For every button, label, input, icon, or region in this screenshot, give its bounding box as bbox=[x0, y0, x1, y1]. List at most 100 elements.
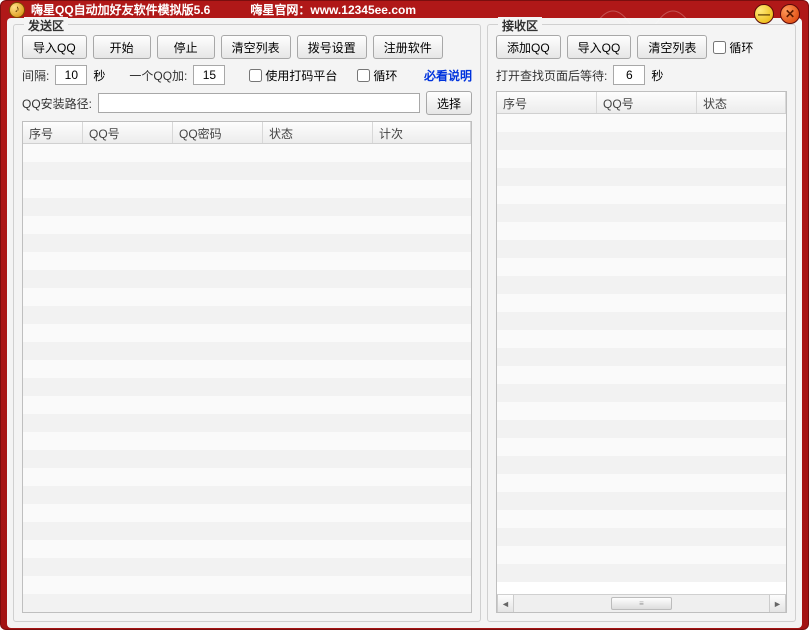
recv-loop-input[interactable] bbox=[713, 41, 726, 54]
send-table-body[interactable] bbox=[23, 144, 471, 612]
open-wait-input[interactable] bbox=[613, 65, 645, 85]
scroll-left-icon[interactable]: ◄ bbox=[497, 595, 514, 612]
stop-button[interactable]: 停止 bbox=[157, 35, 215, 59]
table-row[interactable] bbox=[497, 132, 786, 150]
table-row[interactable] bbox=[497, 348, 786, 366]
scroll-track[interactable]: ≡ bbox=[514, 595, 769, 612]
import-qq-button[interactable]: 导入QQ bbox=[22, 35, 87, 59]
send-loop-input[interactable] bbox=[357, 69, 370, 82]
table-row[interactable] bbox=[23, 576, 471, 594]
send-col-pwd[interactable]: QQ密码 bbox=[173, 122, 263, 143]
interval-input[interactable] bbox=[55, 65, 87, 85]
recv-table: 序号 QQ号 状态 ◄ ≡ ► bbox=[496, 91, 787, 613]
table-row[interactable] bbox=[23, 432, 471, 450]
table-row[interactable] bbox=[23, 504, 471, 522]
recv-col-qq[interactable]: QQ号 bbox=[597, 92, 697, 113]
table-row[interactable] bbox=[497, 114, 786, 132]
client-area: 发送区 导入QQ 开始 停止 清空列表 拨号设置 注册软件 间隔: 秒 一个QQ… bbox=[7, 18, 802, 628]
recv-clear-list-button[interactable]: 清空列表 bbox=[637, 35, 707, 59]
use-dama-checkbox[interactable]: 使用打码平台 bbox=[249, 67, 337, 84]
table-row[interactable] bbox=[497, 168, 786, 186]
table-row[interactable] bbox=[497, 240, 786, 258]
table-row[interactable] bbox=[23, 522, 471, 540]
perqq-label: 一个QQ加: bbox=[129, 67, 187, 84]
table-row[interactable] bbox=[23, 414, 471, 432]
table-row[interactable] bbox=[23, 450, 471, 468]
table-row[interactable] bbox=[497, 456, 786, 474]
recv-table-body[interactable] bbox=[497, 114, 786, 594]
table-row[interactable] bbox=[497, 384, 786, 402]
table-row[interactable] bbox=[497, 150, 786, 168]
table-row[interactable] bbox=[23, 360, 471, 378]
table-row[interactable] bbox=[497, 258, 786, 276]
table-row[interactable] bbox=[497, 402, 786, 420]
send-col-count[interactable]: 计次 bbox=[373, 122, 471, 143]
table-row[interactable] bbox=[23, 396, 471, 414]
recv-col-seq[interactable]: 序号 bbox=[497, 92, 597, 113]
table-row[interactable] bbox=[23, 144, 471, 162]
send-col-seq[interactable]: 序号 bbox=[23, 122, 83, 143]
site-url[interactable]: www.12345ee.com bbox=[310, 3, 416, 17]
table-row[interactable] bbox=[23, 486, 471, 504]
recv-hscrollbar[interactable]: ◄ ≡ ► bbox=[497, 594, 786, 612]
interval-unit: 秒 bbox=[93, 67, 105, 84]
table-row[interactable] bbox=[497, 438, 786, 456]
mustread-link[interactable]: 必看说明 bbox=[424, 67, 472, 84]
table-row[interactable] bbox=[23, 252, 471, 270]
dial-settings-button[interactable]: 拨号设置 bbox=[297, 35, 367, 59]
recv-panel-title: 接收区 bbox=[498, 17, 542, 34]
recv-loop-checkbox[interactable]: 循环 bbox=[713, 39, 753, 56]
table-row[interactable] bbox=[497, 312, 786, 330]
recv-import-qq-button[interactable]: 导入QQ bbox=[567, 35, 632, 59]
table-row[interactable] bbox=[23, 270, 471, 288]
clear-list-button[interactable]: 清空列表 bbox=[221, 35, 291, 59]
table-row[interactable] bbox=[23, 216, 471, 234]
table-row[interactable] bbox=[497, 294, 786, 312]
table-row[interactable] bbox=[497, 528, 786, 546]
table-row[interactable] bbox=[497, 564, 786, 582]
table-row[interactable] bbox=[23, 558, 471, 576]
choose-path-button[interactable]: 选择 bbox=[426, 91, 472, 115]
send-col-status[interactable]: 状态 bbox=[263, 122, 373, 143]
table-row[interactable] bbox=[23, 306, 471, 324]
table-row[interactable] bbox=[23, 468, 471, 486]
register-button[interactable]: 注册软件 bbox=[373, 35, 443, 59]
scroll-right-icon[interactable]: ► bbox=[769, 595, 786, 612]
table-row[interactable] bbox=[23, 594, 471, 612]
table-row[interactable] bbox=[23, 180, 471, 198]
table-row[interactable] bbox=[23, 324, 471, 342]
send-col-qq[interactable]: QQ号 bbox=[83, 122, 173, 143]
table-row[interactable] bbox=[23, 234, 471, 252]
send-panel: 发送区 导入QQ 开始 停止 清空列表 拨号设置 注册软件 间隔: 秒 一个QQ… bbox=[13, 24, 481, 622]
table-row[interactable] bbox=[497, 492, 786, 510]
table-row[interactable] bbox=[23, 198, 471, 216]
table-row[interactable] bbox=[497, 222, 786, 240]
table-row[interactable] bbox=[497, 204, 786, 222]
table-row[interactable] bbox=[497, 366, 786, 384]
close-button[interactable]: ✕ bbox=[780, 4, 800, 24]
install-path-input[interactable] bbox=[98, 93, 420, 113]
send-loop-checkbox[interactable]: 循环 bbox=[357, 67, 397, 84]
add-qq-button[interactable]: 添加QQ bbox=[496, 35, 561, 59]
recv-panel: 接收区 添加QQ 导入QQ 清空列表 循环 打开查找页面后等待: 秒 bbox=[487, 24, 796, 622]
recv-col-status[interactable]: 状态 bbox=[697, 92, 786, 113]
send-table: 序号 QQ号 QQ密码 状态 计次 bbox=[22, 121, 472, 613]
scroll-thumb[interactable]: ≡ bbox=[611, 597, 672, 610]
table-row[interactable] bbox=[497, 546, 786, 564]
table-row[interactable] bbox=[23, 378, 471, 396]
table-row[interactable] bbox=[23, 540, 471, 558]
table-row[interactable] bbox=[497, 186, 786, 204]
table-row[interactable] bbox=[23, 288, 471, 306]
table-row[interactable] bbox=[497, 276, 786, 294]
table-row[interactable] bbox=[497, 474, 786, 492]
table-row[interactable] bbox=[497, 510, 786, 528]
table-row[interactable] bbox=[497, 330, 786, 348]
use-dama-input[interactable] bbox=[249, 69, 262, 82]
table-row[interactable] bbox=[23, 342, 471, 360]
perqq-input[interactable] bbox=[193, 65, 225, 85]
table-row[interactable] bbox=[23, 162, 471, 180]
start-button[interactable]: 开始 bbox=[93, 35, 151, 59]
minimize-button[interactable]: — bbox=[754, 4, 774, 24]
window-title: 嗨星QQ自动加好友软件模拟版5.6 bbox=[31, 1, 210, 18]
table-row[interactable] bbox=[497, 420, 786, 438]
